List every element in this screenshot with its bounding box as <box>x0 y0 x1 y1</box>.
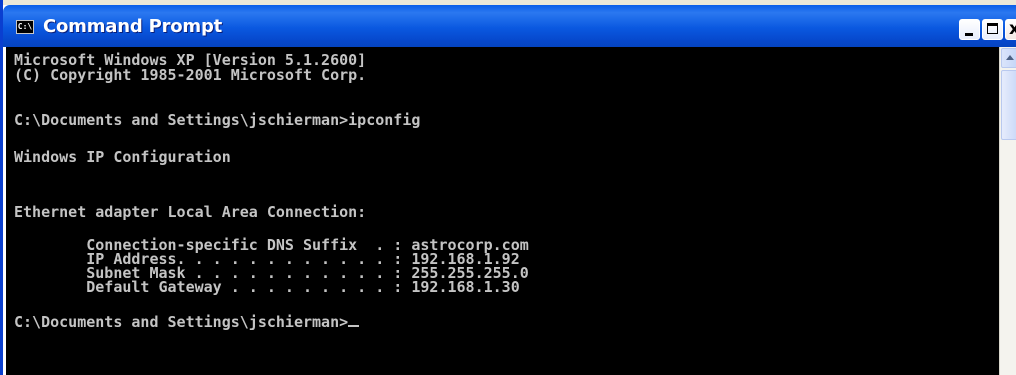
close-icon: x <box>1009 19 1016 39</box>
console-line: Ethernet adapter Local Area Connection: <box>14 203 367 221</box>
arrow-up-icon <box>1006 55 1014 60</box>
console-output[interactable]: Microsoft Windows XP [Version 5.1.2600] … <box>6 47 999 375</box>
command-prompt-window: C:\ Command Prompt x Microsoft Windows X… <box>0 0 1016 375</box>
maximize-icon <box>987 23 998 34</box>
close-button[interactable]: x <box>1005 19 1016 40</box>
prompt-text: C:\Documents and Settings\jschierman> <box>14 313 349 331</box>
console-line: Windows IP Configuration <box>14 148 231 166</box>
title-bar[interactable]: C:\ Command Prompt x <box>3 5 1016 47</box>
console-prompt-line[interactable]: C:\Documents and Settings\jschierman> <box>14 313 360 331</box>
window-title: Command Prompt <box>43 16 223 37</box>
minimize-icon <box>965 33 973 36</box>
console-line: C:\Documents and Settings\jschierman>ipc… <box>14 111 421 129</box>
console-line: Default Gateway . . . . . . . . . : 192.… <box>14 278 520 296</box>
text-cursor <box>348 325 360 327</box>
minimize-button[interactable] <box>959 19 980 40</box>
scroll-thumb[interactable] <box>1001 70 1016 140</box>
console-line: (C) Copyright 1985-2001 Microsoft Corp. <box>14 66 367 84</box>
maximize-button[interactable] <box>982 19 1003 40</box>
vertical-scrollbar[interactable] <box>999 47 1016 375</box>
console-icon[interactable]: C:\ <box>16 20 34 34</box>
scroll-up-button[interactable] <box>1001 48 1016 68</box>
